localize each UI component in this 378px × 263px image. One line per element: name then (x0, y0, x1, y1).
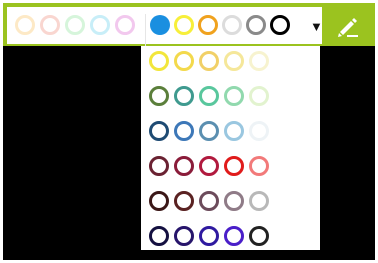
color-swatch[interactable] (222, 15, 242, 35)
palette-color-swatch[interactable] (249, 121, 269, 141)
palette-color-swatch[interactable] (199, 226, 219, 246)
palette-color-swatch[interactable] (199, 121, 219, 141)
palette-color-swatch[interactable] (199, 86, 219, 106)
triangle-down-icon[interactable]: ▼ (310, 20, 323, 34)
palette-color-swatch[interactable] (249, 51, 269, 71)
color-palette-dropdown (141, 46, 320, 250)
palette-color-swatch[interactable] (149, 226, 169, 246)
palette-color-swatch[interactable] (174, 86, 194, 106)
palette-color-swatch[interactable] (249, 226, 269, 246)
recent-color-swatch[interactable] (40, 15, 60, 35)
palette-color-swatch[interactable] (224, 51, 244, 71)
highlighter-pen-icon (338, 18, 358, 37)
color-swatch[interactable] (270, 15, 290, 35)
palette-color-swatch[interactable] (199, 51, 219, 71)
palette-color-swatch[interactable] (224, 191, 244, 211)
color-swatch[interactable] (246, 15, 266, 35)
palette-color-swatch[interactable] (199, 156, 219, 176)
recent-color-swatch[interactable] (115, 15, 135, 35)
recent-color-swatch[interactable] (65, 15, 85, 35)
palette-color-swatch[interactable] (224, 86, 244, 106)
palette-color-swatch[interactable] (149, 191, 169, 211)
palette-color-swatch[interactable] (149, 51, 169, 71)
palette-color-swatch[interactable] (224, 226, 244, 246)
palette-color-swatch[interactable] (249, 86, 269, 106)
color-swatch[interactable] (198, 15, 218, 35)
separator (145, 14, 146, 49)
palette-color-swatch[interactable] (149, 86, 169, 106)
color-strip: ▼ (7, 7, 323, 49)
palette-color-swatch[interactable] (174, 51, 194, 71)
palette-color-swatch[interactable] (199, 191, 219, 211)
palette-color-swatch[interactable] (174, 191, 194, 211)
palette-color-swatch[interactable] (249, 191, 269, 211)
palette-color-swatch[interactable] (174, 156, 194, 176)
palette-color-swatch[interactable] (174, 121, 194, 141)
palette-color-swatch[interactable] (224, 156, 244, 176)
palette-color-swatch[interactable] (149, 156, 169, 176)
palette-color-swatch[interactable] (224, 121, 244, 141)
color-swatch[interactable] (174, 15, 194, 35)
palette-color-swatch[interactable] (149, 121, 169, 141)
selected-color-swatch[interactable] (150, 15, 170, 35)
color-toolbar: ▼ (3, 3, 375, 49)
highlighter-button[interactable] (326, 8, 370, 44)
recent-color-swatch[interactable] (90, 15, 110, 35)
recent-color-swatch[interactable] (15, 15, 35, 35)
palette-color-swatch[interactable] (249, 156, 269, 176)
palette-color-swatch[interactable] (174, 226, 194, 246)
